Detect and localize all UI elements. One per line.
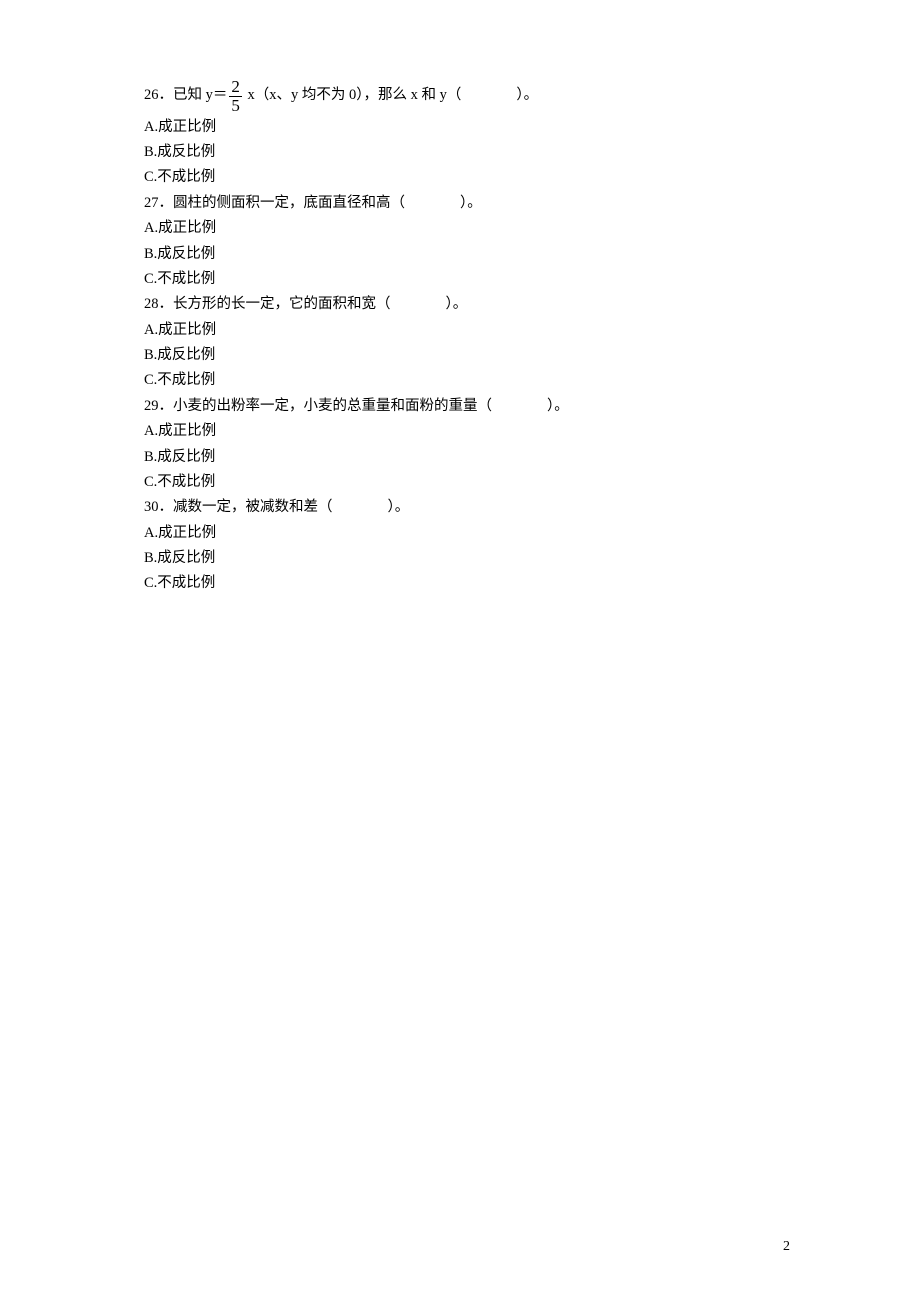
- question-stem: 30．减数一定，被减数和差（ ）。: [144, 495, 790, 520]
- question-27: 27．圆柱的侧面积一定，底面直径和高（ ）。 A.成正比例 B.成反比例 C.不成…: [144, 191, 790, 293]
- option-b: B.成反比例: [144, 242, 790, 267]
- option-b: B.成反比例: [144, 140, 790, 165]
- question-number: 30．: [144, 499, 173, 515]
- question-number: 27．: [144, 195, 173, 211]
- option-c: C.不成比例: [144, 470, 790, 495]
- stem-part-c: ）。: [388, 499, 410, 515]
- option-b: B.成反比例: [144, 445, 790, 470]
- option-a: A.成正比例: [144, 521, 790, 546]
- stem-part-a: 长方形的长一定，它的面积和宽（: [173, 296, 391, 312]
- question-stem: 27．圆柱的侧面积一定，底面直径和高（ ）。: [144, 191, 790, 216]
- question-28: 28．长方形的长一定，它的面积和宽（ ）。 A.成正比例 B.成反比例 C.不成比…: [144, 292, 790, 394]
- question-29: 29．小麦的出粉率一定，小麦的总重量和面粉的重量（ ）。 A.成正比例 B.成反比…: [144, 394, 790, 496]
- option-b: B.成反比例: [144, 343, 790, 368]
- stem-part-c: ）。: [446, 296, 468, 312]
- fraction-denominator: 5: [229, 96, 242, 115]
- question-stem: 29．小麦的出粉率一定，小麦的总重量和面粉的重量（ ）。: [144, 394, 790, 419]
- question-26: 26．已知 y＝25 x（x、y 均不为 0），那么 x 和 y（ ）。 A.成正…: [144, 77, 790, 191]
- stem-part-c: ）。: [547, 398, 569, 414]
- option-b: B.成反比例: [144, 546, 790, 571]
- option-a: A.成正比例: [144, 419, 790, 444]
- stem-part-a: 小麦的出粉率一定，小麦的总重量和面粉的重量（: [173, 398, 492, 414]
- option-a: A.成正比例: [144, 115, 790, 140]
- fraction: 25: [229, 78, 242, 115]
- stem-part-b: x（x、y 均不为 0），那么 x 和 y（: [244, 87, 462, 103]
- question-stem: 26．已知 y＝25 x（x、y 均不为 0），那么 x 和 y（ ）。: [144, 77, 790, 115]
- fraction-numerator: 2: [229, 78, 242, 96]
- question-number: 28．: [144, 296, 173, 312]
- stem-part-a: 已知 y＝: [173, 87, 227, 103]
- option-c: C.不成比例: [144, 571, 790, 596]
- question-number: 29．: [144, 398, 173, 414]
- option-a: A.成正比例: [144, 216, 790, 241]
- option-c: C.不成比例: [144, 165, 790, 190]
- option-c: C.不成比例: [144, 267, 790, 292]
- option-c: C.不成比例: [144, 368, 790, 393]
- document-page: 26．已知 y＝25 x（x、y 均不为 0），那么 x 和 y（）。 A.成正…: [0, 0, 920, 1302]
- stem-part-c: ）。: [460, 195, 482, 211]
- question-30: 30．减数一定，被减数和差（ ）。 A.成正比例 B.成反比例 C.不成比例: [144, 495, 790, 597]
- stem-part-c: ）。: [516, 87, 538, 103]
- stem-part-a: 减数一定，被减数和差（: [173, 499, 333, 515]
- option-a: A.成正比例: [144, 318, 790, 343]
- page-number: 2: [783, 1235, 790, 1260]
- question-number: 26．: [144, 87, 173, 103]
- question-stem: 28．长方形的长一定，它的面积和宽（ ）。: [144, 292, 790, 317]
- stem-part-a: 圆柱的侧面积一定，底面直径和高（: [173, 195, 405, 211]
